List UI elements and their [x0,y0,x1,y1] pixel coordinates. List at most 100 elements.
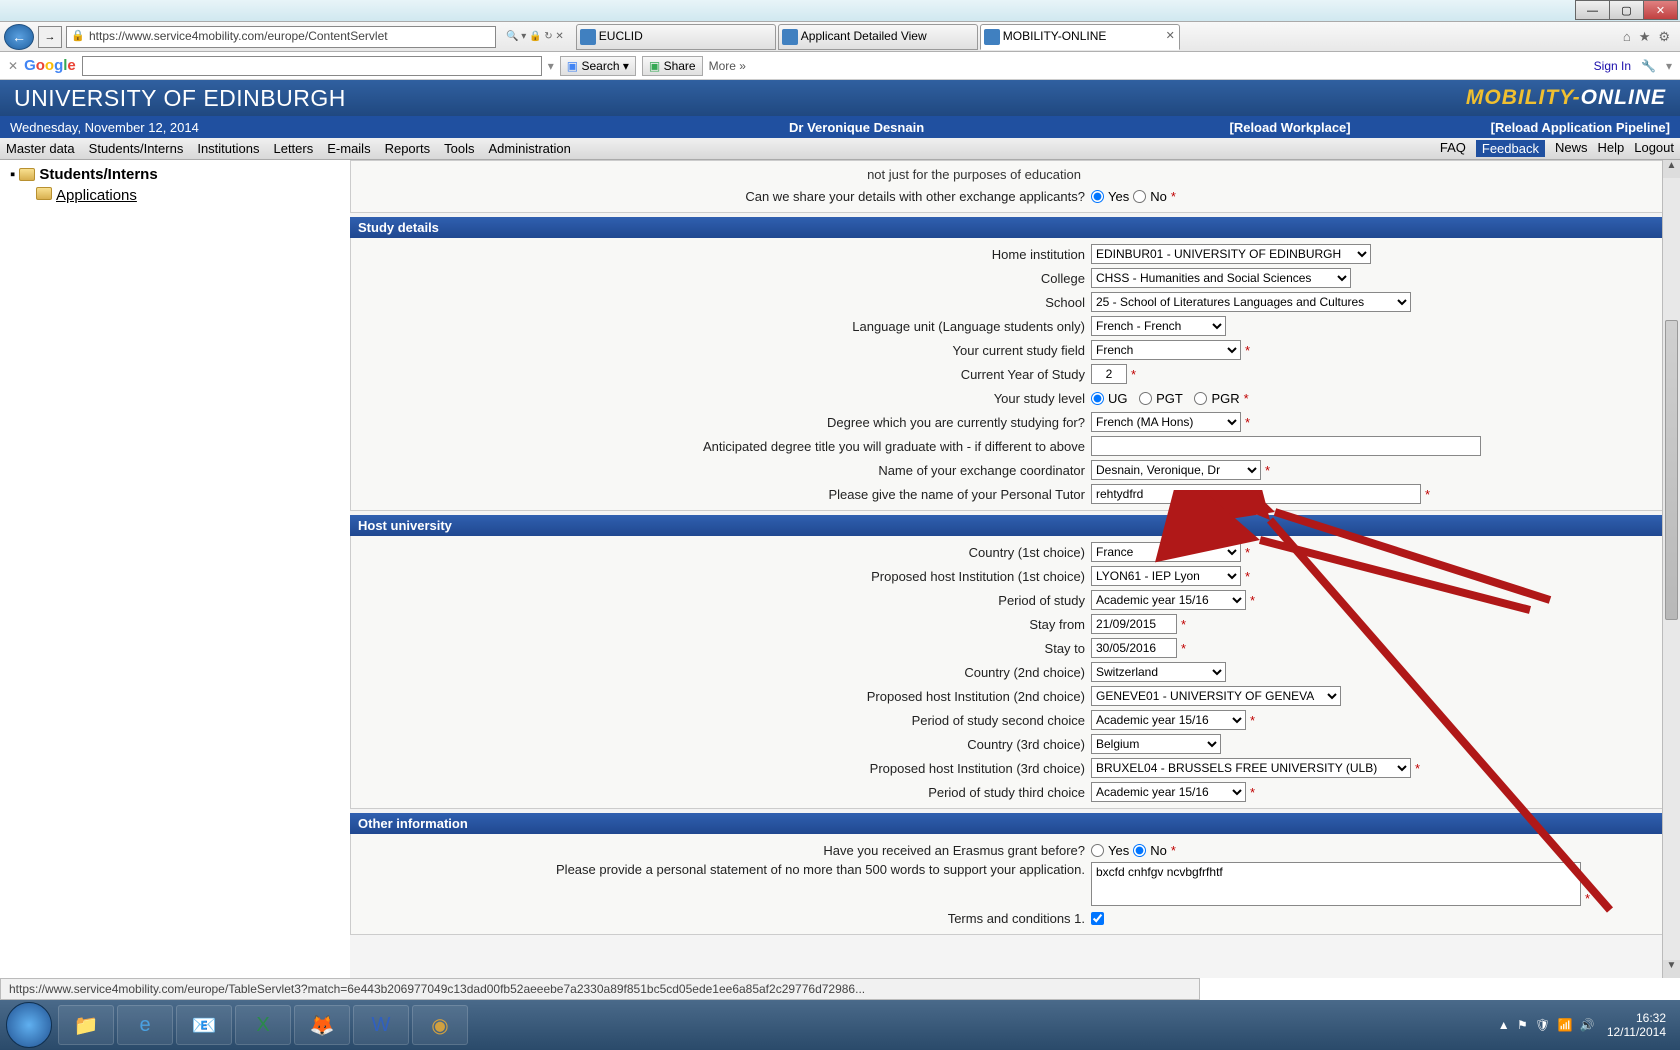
language-unit-select[interactable]: French - French [1091,316,1226,336]
section-other-info: Other information [350,813,1668,834]
coordinator-select[interactable]: Desnain, Veronique, Dr [1091,460,1261,480]
reload-workplace-link[interactable]: [Reload Workplace] [1230,120,1351,135]
scroll-up-icon[interactable]: ▲ [1663,160,1680,178]
tab-applicant[interactable]: Applicant Detailed View [778,24,978,50]
country3-label: Country (3rd choice) [351,737,1091,752]
stay-from-label: Stay from [351,617,1091,632]
share-yes-radio[interactable] [1091,190,1104,203]
home-icon[interactable]: ⌂ [1623,29,1631,45]
google-search-input[interactable] [82,56,542,76]
folder-icon [36,187,52,200]
taskbar-explorer[interactable]: 📁 [58,1005,114,1045]
period3-select[interactable]: Academic year 15/16 [1091,782,1246,802]
sidebar: ▪ Students/Interns Applications [0,160,350,978]
tutor-input[interactable] [1091,484,1421,504]
period2-select[interactable]: Academic year 15/16 [1091,710,1246,730]
taskbar-word[interactable]: W [353,1005,409,1045]
tab-euclid[interactable]: EUCLID [576,24,776,50]
erasmus-yes-radio[interactable] [1091,844,1104,857]
google-share-button[interactable]: ▣ Share [642,56,703,76]
taskbar-outlook[interactable]: 📧 [176,1005,232,1045]
scroll-thumb[interactable] [1665,320,1678,620]
radio-label: Yes [1108,843,1129,858]
stay-to-label: Stay to [351,641,1091,656]
country3-select[interactable]: Belgium [1091,734,1221,754]
taskbar-app[interactable]: ◉ [412,1005,468,1045]
degree-select[interactable]: French (MA Hons) [1091,412,1241,432]
taskbar-ie[interactable]: e [117,1005,173,1045]
truncated-text: not just for the purposes of education [351,165,1091,184]
tray-date: 12/11/2014 [1607,1025,1666,1039]
institution3-select[interactable]: BRUXEL04 - BRUSSELS FREE UNIVERSITY (ULB… [1091,758,1411,778]
app-header: UNIVERSITY OF EDINBURGH MOBILITY-ONLINE [0,80,1680,116]
level-pgt-radio[interactable] [1139,392,1152,405]
period1-select[interactable]: Academic year 15/16 [1091,590,1246,610]
home-institution-select[interactable]: EDINBUR01 - UNIVERSITY OF EDINBURGH [1091,244,1371,264]
window-minimize[interactable]: — [1575,0,1610,20]
favorites-icon[interactable]: ★ [1639,29,1651,45]
wrench-icon[interactable]: 🔧 [1641,59,1656,73]
nav-forward-button[interactable]: → [38,26,62,48]
level-ug-radio[interactable] [1091,392,1104,405]
ie-search-controls: 🔍 ▾ 🔒 ↻ ✕ [506,31,564,42]
tab-mobility-online[interactable]: MOBILITY-ONLINE✕ [980,24,1180,50]
taskbar-firefox[interactable]: 🦊 [294,1005,350,1045]
menu-letters[interactable]: Letters [273,141,313,156]
school-select[interactable]: 25 - School of Literatures Languages and… [1091,292,1411,312]
url-field[interactable]: 🔒 https://www.service4mobility.com/europ… [66,26,496,48]
tree-item-applications[interactable]: Applications [36,187,340,204]
menu-institutions[interactable]: Institutions [197,141,259,156]
country1-select[interactable]: France [1091,542,1241,562]
menu-logout[interactable]: Logout [1634,140,1674,157]
taskbar-excel[interactable]: X [235,1005,291,1045]
tray-icons[interactable]: ▲ ⚑ 🛡 📶 🔊 [1498,1018,1597,1032]
year-of-study-input[interactable] [1091,364,1127,384]
period3-label: Period of study third choice [351,785,1091,800]
stay-from-input[interactable] [1091,614,1177,634]
menu-faq[interactable]: FAQ [1440,140,1466,157]
content-scrollbar[interactable]: ▲ ▼ [1662,160,1680,978]
scroll-down-icon[interactable]: ▼ [1663,960,1680,978]
country2-select[interactable]: Switzerland [1091,662,1226,682]
menu-reports[interactable]: Reports [385,141,431,156]
menu-emails[interactable]: E-mails [327,141,370,156]
google-signin-link[interactable]: Sign In [1594,59,1631,73]
home-institution-label: Home institution [351,247,1091,262]
anticipated-degree-input[interactable] [1091,436,1481,456]
share-details-label: Can we share your details with other exc… [351,189,1091,204]
menu-tools[interactable]: Tools [444,141,474,156]
terms-checkbox[interactable] [1091,912,1104,925]
window-close[interactable]: ✕ [1643,0,1678,20]
study-field-select[interactable]: French [1091,340,1241,360]
reload-pipeline-link[interactable]: [Reload Application Pipeline] [1491,120,1670,135]
google-more-link[interactable]: More » [709,59,746,73]
menu-feedback[interactable]: Feedback [1476,140,1545,157]
radio-label: No [1150,189,1167,204]
institution2-label: Proposed host Institution (2nd choice) [351,689,1091,704]
college-select[interactable]: CHSS - Humanities and Social Sciences [1091,268,1351,288]
start-button[interactable] [6,1002,52,1048]
radio-label: UG [1108,391,1128,406]
menu-master-data[interactable]: Master data [6,141,75,156]
institution1-select[interactable]: LYON61 - IEP Lyon [1091,566,1241,586]
tab-label: Applicant Detailed View [801,29,927,43]
menu-administration[interactable]: Administration [488,141,570,156]
study-level-label: Your study level [351,391,1091,406]
menu-students[interactable]: Students/Interns [89,141,184,156]
menu-news[interactable]: News [1555,140,1588,157]
info-bar: Wednesday, November 12, 2014 Dr Veroniqu… [0,116,1680,138]
google-search-button[interactable]: ▣ Search ▾ [560,56,636,76]
erasmus-no-radio[interactable] [1133,844,1146,857]
level-pgr-radio[interactable] [1194,392,1207,405]
menu-help[interactable]: Help [1597,140,1624,157]
nav-back-button[interactable]: ← [4,24,34,50]
tab-close-icon[interactable]: ✕ [1166,29,1175,42]
tree-root-students[interactable]: ▪ Students/Interns [10,166,340,183]
gear-icon[interactable]: ⚙ [1658,29,1670,45]
toolbar-close-icon[interactable]: ✕ [8,59,18,73]
window-maximize[interactable]: ▢ [1609,0,1644,20]
stay-to-input[interactable] [1091,638,1177,658]
share-no-radio[interactable] [1133,190,1146,203]
personal-statement-textarea[interactable] [1091,862,1581,906]
institution2-select[interactable]: GENEVE01 - UNIVERSITY OF GENEVA [1091,686,1341,706]
